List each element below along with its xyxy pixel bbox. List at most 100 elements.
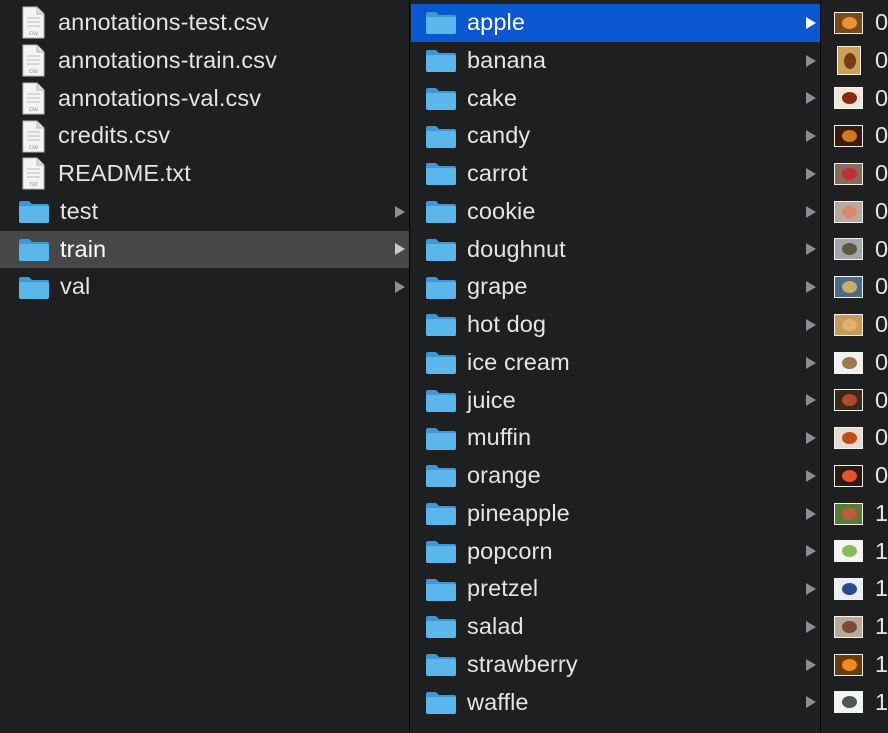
image-file-item[interactable]: 0 xyxy=(822,155,888,193)
folder-item-label: carrot xyxy=(467,160,528,187)
root-item-train[interactable]: train xyxy=(0,230,409,269)
folder-icon xyxy=(426,238,456,261)
folder-icon xyxy=(426,540,456,563)
folder-item-pretzel[interactable]: pretzel xyxy=(411,570,820,608)
folder-item-label: pretzel xyxy=(467,575,539,602)
image-file-item[interactable]: 0 xyxy=(822,306,888,344)
image-thumbnail xyxy=(834,464,863,487)
folder-item-pineapple[interactable]: pineapple xyxy=(411,495,820,533)
image-thumbnail xyxy=(834,540,863,563)
image-file-item[interactable]: 0 xyxy=(822,42,888,80)
image-thumbnail xyxy=(834,427,863,450)
thumbnail-subject xyxy=(841,92,857,105)
root-file-list: CSV annotations-test.csv CSV annotations-tr… xyxy=(0,4,409,306)
folder-item-salad[interactable]: salad xyxy=(411,608,820,646)
image-thumbnail xyxy=(834,238,863,261)
folder-item-grape[interactable]: grape xyxy=(411,268,820,306)
image-file-item[interactable]: 0 xyxy=(822,117,888,155)
column-train[interactable]: apple banana cake candy carrot cookie doughnut… xyxy=(411,0,821,733)
image-file-item[interactable]: 0 xyxy=(822,231,888,269)
disclosure-chevron-icon[interactable] xyxy=(806,394,816,407)
image-file-item[interactable]: 0 xyxy=(822,80,888,118)
folder-icon xyxy=(426,163,456,186)
disclosure-chevron-icon[interactable] xyxy=(806,356,816,369)
folder-item-cake[interactable]: cake xyxy=(411,80,820,118)
disclosure-chevron-icon[interactable] xyxy=(806,507,816,520)
folder-item-label: waffle xyxy=(467,688,529,715)
image-thumbnail xyxy=(834,87,863,110)
image-file-label: 0 xyxy=(875,462,888,489)
disclosure-chevron-icon[interactable] xyxy=(395,281,405,294)
folder-item-juice[interactable]: juice xyxy=(411,382,820,420)
image-thumbnail xyxy=(837,46,861,76)
folder-item-waffle[interactable]: waffle xyxy=(411,684,820,722)
folder-item-candy[interactable]: candy xyxy=(411,117,820,155)
folder-item-strawberry[interactable]: strawberry xyxy=(411,646,820,684)
disclosure-chevron-icon[interactable] xyxy=(806,658,816,671)
image-file-item[interactable]: 1 xyxy=(822,495,888,533)
root-item-readme-txt[interactable]: TXT README.txt xyxy=(0,155,409,193)
disclosure-chevron-icon[interactable] xyxy=(806,281,816,294)
image-file-item[interactable]: 0 xyxy=(822,268,888,306)
thumbnail-subject xyxy=(841,620,857,633)
disclosure-chevron-icon[interactable] xyxy=(395,205,405,218)
disclosure-chevron-icon[interactable] xyxy=(395,243,405,256)
image-file-item[interactable]: 0 xyxy=(822,344,888,382)
folder-item-label: candy xyxy=(467,122,531,149)
disclosure-chevron-icon[interactable] xyxy=(806,469,816,482)
root-item-test[interactable]: test xyxy=(0,193,409,231)
folder-item-doughnut[interactable]: doughnut xyxy=(411,231,820,269)
disclosure-chevron-icon[interactable] xyxy=(806,54,816,67)
folder-item-label: ice cream xyxy=(467,348,570,375)
root-item-annotations-test-csv[interactable]: CSV annotations-test.csv xyxy=(0,4,409,42)
root-item-annotations-val-csv[interactable]: CSV annotations-val.csv xyxy=(0,80,409,118)
column-root[interactable]: CSV annotations-test.csv CSV annotations-tr… xyxy=(0,0,410,733)
image-file-label: 0 xyxy=(875,273,888,300)
disclosure-chevron-icon[interactable] xyxy=(806,167,816,180)
image-file-item[interactable]: 0 xyxy=(822,419,888,457)
folder-icon xyxy=(426,616,456,639)
folder-item-cookie[interactable]: cookie xyxy=(411,193,820,231)
image-file-item[interactable]: 0 xyxy=(822,382,888,420)
folder-icon xyxy=(426,352,456,375)
disclosure-chevron-icon[interactable] xyxy=(806,92,816,105)
folder-item-popcorn[interactable]: popcorn xyxy=(411,533,820,571)
disclosure-chevron-icon[interactable] xyxy=(806,130,816,143)
folder-item-ice-cream[interactable]: ice cream xyxy=(411,344,820,382)
folder-item-apple[interactable]: apple xyxy=(411,4,820,42)
image-file-item[interactable]: 0 xyxy=(822,4,888,42)
image-file-item[interactable]: 1 xyxy=(822,684,888,722)
folder-icon xyxy=(19,238,49,261)
image-thumbnail xyxy=(834,691,863,714)
folder-item-muffin[interactable]: muffin xyxy=(411,419,820,457)
root-item-credits-csv[interactable]: CSV credits.csv xyxy=(0,117,409,155)
image-file-item[interactable]: 1 xyxy=(822,570,888,608)
root-item-annotations-train-csv[interactable]: CSV annotations-train.csv xyxy=(0,42,409,80)
disclosure-chevron-icon[interactable] xyxy=(806,318,816,331)
root-item-val[interactable]: val xyxy=(0,268,409,306)
disclosure-chevron-icon[interactable] xyxy=(806,243,816,256)
disclosure-chevron-icon[interactable] xyxy=(806,583,816,596)
image-file-item[interactable]: 1 xyxy=(822,608,888,646)
folder-item-carrot[interactable]: carrot xyxy=(411,155,820,193)
folder-icon xyxy=(426,654,456,677)
disclosure-chevron-icon[interactable] xyxy=(806,696,816,709)
image-file-label: 0 xyxy=(875,386,888,413)
disclosure-chevron-icon[interactable] xyxy=(806,620,816,633)
folder-item-orange[interactable]: orange xyxy=(411,457,820,495)
folder-item-hot-dog[interactable]: hot dog xyxy=(411,306,820,344)
image-file-item[interactable]: 0 xyxy=(822,457,888,495)
image-file-item[interactable]: 1 xyxy=(822,533,888,571)
image-file-item[interactable]: 1 xyxy=(822,646,888,684)
disclosure-chevron-icon[interactable] xyxy=(806,205,816,218)
column-apple[interactable]: 0 0 0 0 0 0 0 0 0 0 0 0 0 1 1 1 1 1 1 xyxy=(822,0,888,733)
folder-item-label: juice xyxy=(467,386,516,413)
thumbnail-subject xyxy=(841,469,857,482)
disclosure-chevron-icon[interactable] xyxy=(806,432,816,445)
image-file-item[interactable]: 0 xyxy=(822,193,888,231)
disclosure-chevron-icon[interactable] xyxy=(806,16,816,29)
disclosure-chevron-icon[interactable] xyxy=(806,545,816,558)
thumbnail-subject xyxy=(841,432,857,445)
thumbnail-subject xyxy=(841,394,857,407)
folder-item-banana[interactable]: banana xyxy=(411,42,820,80)
